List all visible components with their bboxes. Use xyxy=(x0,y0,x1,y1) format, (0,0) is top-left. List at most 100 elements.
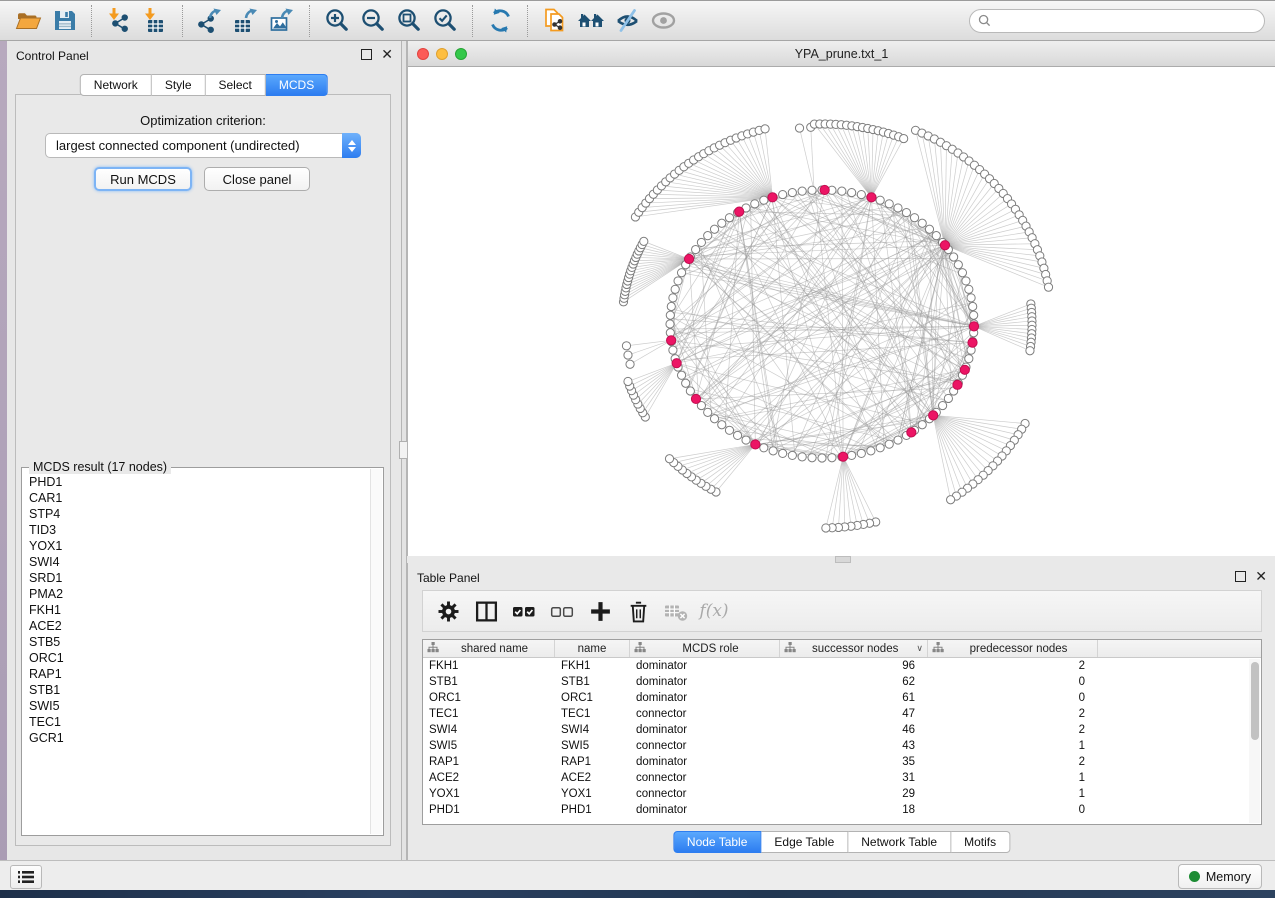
network-node[interactable] xyxy=(857,190,865,198)
zoom-in-icon[interactable] xyxy=(319,4,355,38)
mcds-result-item[interactable]: CAR1 xyxy=(29,490,370,506)
tab-node-table[interactable]: Node Table xyxy=(673,831,762,853)
network-node[interactable] xyxy=(970,311,978,319)
network-node[interactable] xyxy=(950,253,958,261)
column-header-predecessor-nodes[interactable]: predecessor nodes xyxy=(928,640,1098,657)
network-node[interactable] xyxy=(779,449,787,457)
run-mcds-button[interactable]: Run MCDS xyxy=(94,167,192,191)
table-row[interactable]: RAP1RAP1dominator352 xyxy=(423,754,1261,770)
network-node[interactable] xyxy=(692,245,700,253)
mcds-result-item[interactable]: SWI4 xyxy=(29,554,370,570)
cell-successor-nodes[interactable]: 96 xyxy=(780,660,928,672)
tab-network-table[interactable]: Network Table xyxy=(848,831,951,853)
network-node[interactable] xyxy=(910,214,918,222)
mcds-result-item[interactable]: PHD1 xyxy=(29,474,370,490)
table-row[interactable]: YOX1YOX1connector291 xyxy=(423,786,1261,802)
network-node[interactable] xyxy=(710,225,718,233)
cell-MCDS-role[interactable]: connector xyxy=(630,772,780,784)
zoom-fit-icon[interactable] xyxy=(391,4,427,38)
network-node[interactable] xyxy=(704,232,712,240)
network-node[interactable] xyxy=(798,453,806,461)
cell-shared-name[interactable]: YOX1 xyxy=(423,788,555,800)
network-node[interactable] xyxy=(677,371,685,379)
cell-successor-nodes[interactable]: 46 xyxy=(780,724,928,736)
network-window-titlebar[interactable]: YPA_prune.txt_1 xyxy=(408,41,1275,67)
cell-successor-nodes[interactable]: 29 xyxy=(780,788,928,800)
network-node[interactable] xyxy=(1044,283,1052,291)
network-node[interactable] xyxy=(718,421,726,429)
search-input[interactable] xyxy=(996,13,1256,29)
cell-name[interactable]: SWI4 xyxy=(555,724,630,736)
add-column-icon[interactable] xyxy=(581,594,619,628)
dominator-node[interactable] xyxy=(940,241,949,250)
network-node[interactable] xyxy=(969,302,977,310)
cell-shared-name[interactable]: ACE2 xyxy=(423,772,555,784)
column-header-shared-name[interactable]: shared name xyxy=(423,640,555,657)
table-options-gear-icon[interactable] xyxy=(429,594,467,628)
dominator-node[interactable] xyxy=(867,193,876,202)
network-node[interactable] xyxy=(1026,347,1034,355)
network-node[interactable] xyxy=(798,187,806,195)
network-node[interactable] xyxy=(932,232,940,240)
network-overview-icon[interactable] xyxy=(573,4,609,38)
column-header-name[interactable]: name xyxy=(555,640,630,657)
network-node[interactable] xyxy=(885,200,893,208)
table-row[interactable]: TEC1TEC1connector472 xyxy=(423,706,1261,722)
clone-network-icon[interactable] xyxy=(537,4,573,38)
network-node[interactable] xyxy=(674,277,682,285)
export-image-icon[interactable] xyxy=(264,4,300,38)
network-node[interactable] xyxy=(828,454,836,462)
network-node[interactable] xyxy=(669,346,677,354)
mcds-result-item[interactable]: SRD1 xyxy=(29,570,370,586)
dominator-node[interactable] xyxy=(672,359,681,368)
horizontal-splitter-handle[interactable] xyxy=(835,556,851,563)
network-node[interactable] xyxy=(838,187,846,195)
dominator-node[interactable] xyxy=(968,338,977,347)
network-node[interactable] xyxy=(818,454,826,462)
table-row[interactable]: STB1STB1dominator620 xyxy=(423,674,1261,690)
cell-name[interactable]: ORC1 xyxy=(555,692,630,704)
network-node[interactable] xyxy=(677,269,685,277)
network-node[interactable] xyxy=(667,302,675,310)
dominator-node[interactable] xyxy=(684,254,693,263)
cell-successor-nodes[interactable]: 18 xyxy=(780,804,928,816)
cell-MCDS-role[interactable]: connector xyxy=(630,708,780,720)
cell-predecessor-nodes[interactable]: 0 xyxy=(928,804,1098,816)
cell-predecessor-nodes[interactable]: 2 xyxy=(928,724,1098,736)
network-node[interactable] xyxy=(624,377,632,385)
mcds-result-item[interactable]: PMA2 xyxy=(29,586,370,602)
table-scrollbar-thumb[interactable] xyxy=(1251,662,1259,740)
table-row[interactable]: PHD1PHD1dominator180 xyxy=(423,802,1261,818)
network-node[interactable] xyxy=(867,447,875,455)
cell-MCDS-role[interactable]: dominator xyxy=(630,724,780,736)
network-node[interactable] xyxy=(769,447,777,455)
cell-MCDS-role[interactable]: connector xyxy=(630,740,780,752)
network-node[interactable] xyxy=(779,190,787,198)
dominator-node[interactable] xyxy=(768,193,777,202)
dominator-node[interactable] xyxy=(907,428,916,437)
network-node[interactable] xyxy=(962,277,970,285)
cell-MCDS-role[interactable]: connector xyxy=(630,788,780,800)
network-node[interactable] xyxy=(671,285,679,293)
mcds-result-item[interactable]: STB5 xyxy=(29,634,370,650)
cell-MCDS-role[interactable]: dominator xyxy=(630,756,780,768)
network-node[interactable] xyxy=(666,311,674,319)
export-table-icon[interactable] xyxy=(228,4,264,38)
network-node[interactable] xyxy=(808,186,816,194)
network-node[interactable] xyxy=(704,408,712,416)
network-node[interactable] xyxy=(666,320,674,328)
open-file-icon[interactable] xyxy=(10,4,46,38)
network-node[interactable] xyxy=(725,426,733,434)
cell-predecessor-nodes[interactable]: 0 xyxy=(928,676,1098,688)
export-network-icon[interactable] xyxy=(192,4,228,38)
network-node[interactable] xyxy=(938,401,946,409)
cell-successor-nodes[interactable]: 47 xyxy=(780,708,928,720)
cell-predecessor-nodes[interactable]: 2 xyxy=(928,756,1098,768)
dominator-node[interactable] xyxy=(735,207,744,216)
cell-name[interactable]: ACE2 xyxy=(555,772,630,784)
mcds-result-item[interactable]: SWI5 xyxy=(29,698,370,714)
network-graph[interactable] xyxy=(408,66,1275,556)
cell-predecessor-nodes[interactable]: 1 xyxy=(928,772,1098,784)
cell-name[interactable]: PHD1 xyxy=(555,804,630,816)
network-node[interactable] xyxy=(954,261,962,269)
